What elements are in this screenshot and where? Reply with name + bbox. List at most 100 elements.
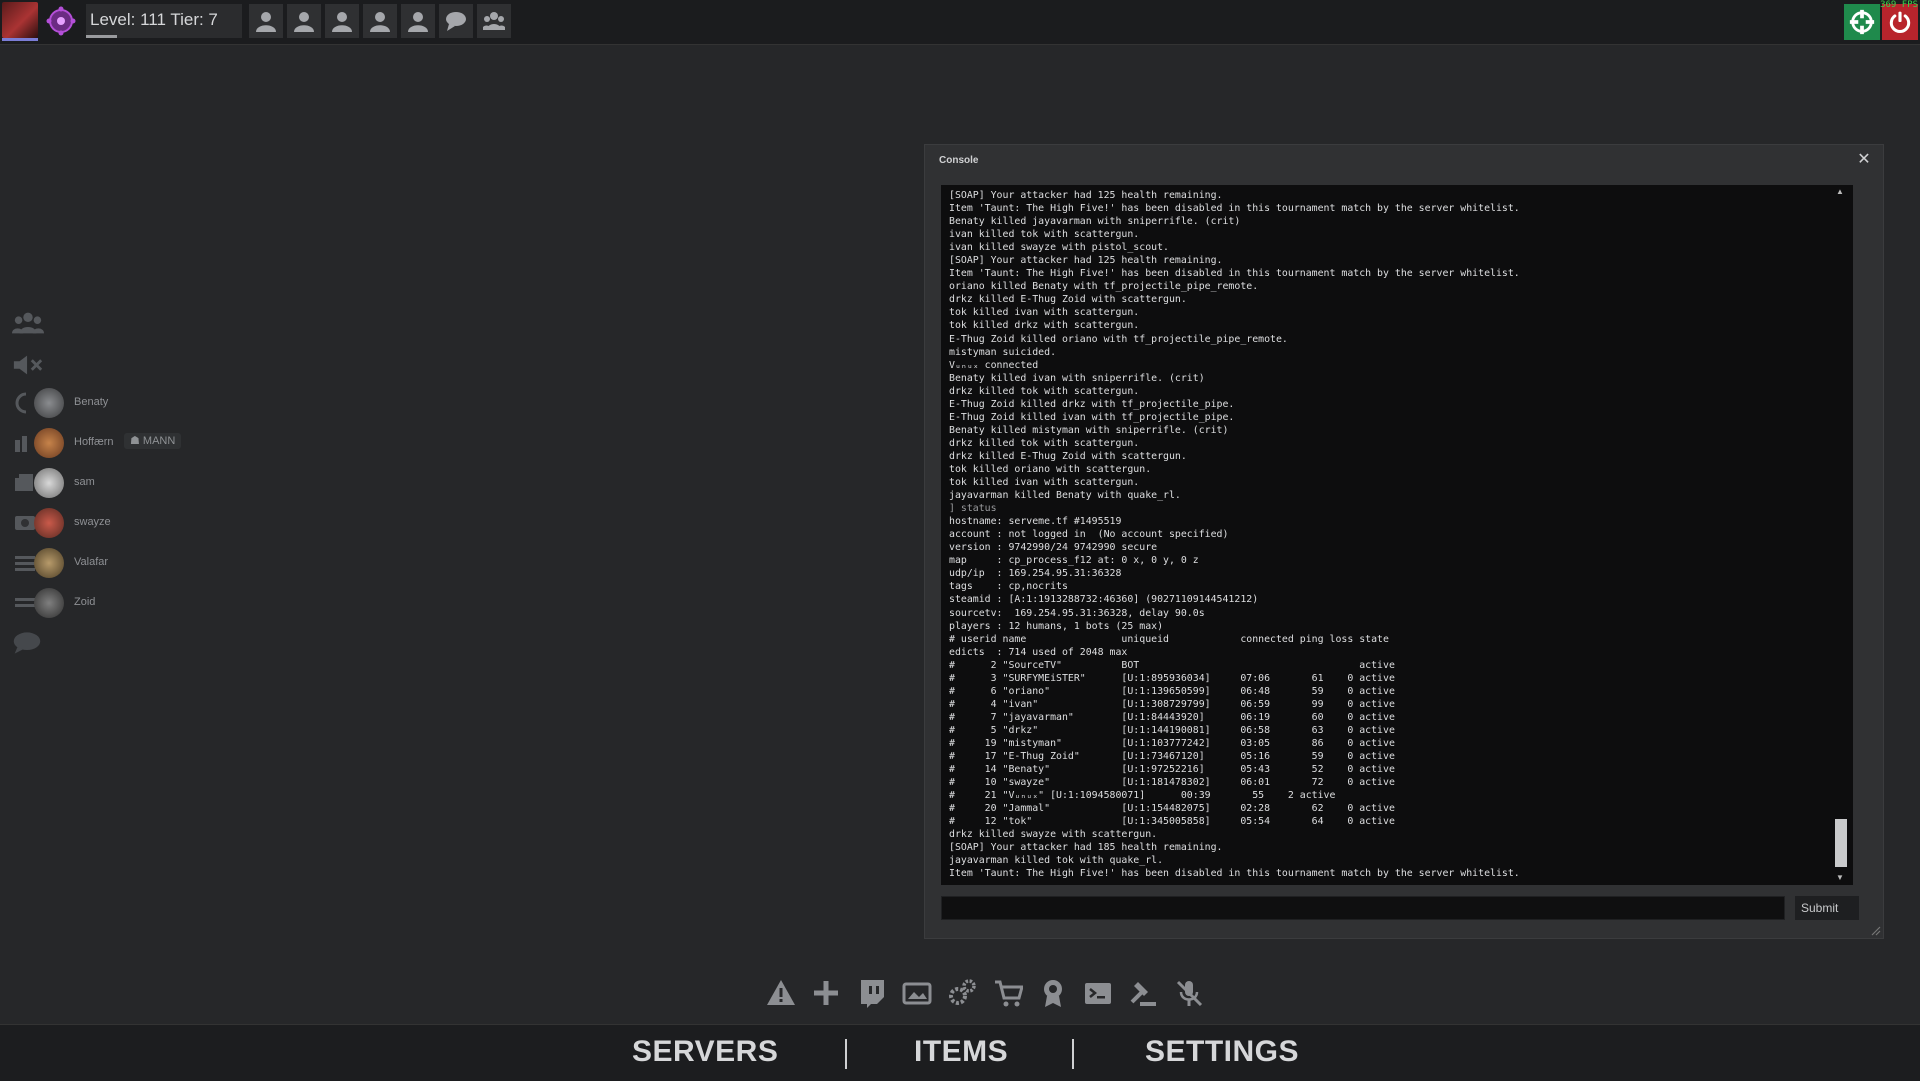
group-icon bbox=[483, 12, 505, 30]
console-title: Console bbox=[939, 155, 979, 166]
console-line: # 21 "Vᵤₙᵤₓ" [U:1:1094580071] 00:39 55 2… bbox=[949, 790, 1336, 802]
console-line: udp/ip : 169.254.95.31:36328 bbox=[949, 568, 1122, 580]
scroll-up-icon[interactable]: ▲ bbox=[1833, 187, 1847, 197]
mute-icon bbox=[13, 355, 43, 375]
console-line: # 3 "SURFYMEiSTER" [U:1:895936034] 07:06… bbox=[949, 672, 1395, 684]
friend-slot[interactable] bbox=[363, 4, 397, 38]
sidebar-player-row[interactable]: Zoid bbox=[12, 586, 252, 620]
console-line: drkz killed E-Thug Zoid with scattergun. bbox=[949, 450, 1187, 462]
player-avatar[interactable] bbox=[34, 548, 64, 578]
console-line: [SOAP] Your attacker had 125 health rema… bbox=[949, 190, 1223, 201]
friend-slot[interactable] bbox=[249, 4, 283, 38]
bottom-nav: SERVERS ITEMS SETTINGS bbox=[0, 1024, 1920, 1081]
nav-servers[interactable]: SERVERS bbox=[632, 1035, 778, 1069]
console-line: jayavarman killed tok with quake_rl. bbox=[949, 855, 1164, 867]
scroll-thumb[interactable] bbox=[1835, 819, 1847, 867]
report-button[interactable] bbox=[1126, 976, 1160, 1010]
group-icon bbox=[12, 312, 44, 334]
chat-icon bbox=[13, 632, 41, 654]
sidebar-player-row[interactable]: Benaty bbox=[12, 386, 252, 420]
console-line: tok killed ivan with scattergun. bbox=[949, 307, 1140, 319]
console-line: oriano killed Benaty with tf_projectile_… bbox=[949, 281, 1259, 293]
nav-divider bbox=[845, 1039, 847, 1069]
party-icon[interactable] bbox=[44, 4, 78, 38]
friend-slot[interactable] bbox=[477, 4, 511, 38]
console-button[interactable] bbox=[1081, 976, 1115, 1010]
friend-slot[interactable] bbox=[287, 4, 321, 38]
console-line: Vᵤₙᵤₓ connected bbox=[949, 359, 1039, 371]
warning-button[interactable] bbox=[764, 976, 798, 1010]
console-line: edicts : 714 used of 2048 max bbox=[949, 646, 1128, 658]
sidebar-mute-button[interactable] bbox=[12, 350, 46, 380]
player-avatar[interactable] bbox=[34, 508, 64, 538]
player-avatar[interactable] bbox=[34, 388, 64, 418]
add-button[interactable] bbox=[809, 976, 843, 1010]
close-icon[interactable]: ✕ bbox=[1855, 151, 1873, 169]
console-line: mistyman suicided. bbox=[949, 346, 1057, 358]
console-line: # 19 "mistyman" [U:1:103777242] 03:05 86… bbox=[949, 737, 1395, 749]
achievement-button[interactable] bbox=[1036, 976, 1070, 1010]
scroll-down-icon[interactable]: ▼ bbox=[1833, 873, 1847, 883]
console-line: # 2 "SourceTV" BOT active bbox=[949, 659, 1395, 671]
console-line: # 10 "swayze" [U:1:181478302] 06:01 72 0… bbox=[949, 777, 1395, 789]
nav-items[interactable]: ITEMS bbox=[914, 1035, 1008, 1069]
cart-icon bbox=[994, 980, 1023, 1007]
console-line: ivan killed swayze with pistol_scout. bbox=[949, 242, 1169, 254]
level-label: Level: 111 Tier: 7 bbox=[90, 10, 218, 29]
console-line: tags : cp,nocrits bbox=[949, 581, 1068, 593]
power-icon bbox=[1889, 11, 1911, 34]
person-icon bbox=[256, 12, 276, 32]
player-avatar[interactable] bbox=[34, 428, 64, 458]
level-display[interactable]: Level: 111 Tier: 7 bbox=[86, 4, 242, 38]
sidebar-chat-button[interactable] bbox=[12, 628, 46, 658]
user-avatar[interactable] bbox=[2, 2, 38, 38]
nav-settings[interactable]: SETTINGS bbox=[1145, 1035, 1299, 1069]
console-scrollbar[interactable]: ▲ ▼ bbox=[1833, 187, 1847, 883]
console-line: sourcetv: 169.254.95.31:36328, delay 90.… bbox=[949, 607, 1205, 619]
console-line: players : 12 humans, 1 bots (25 max) bbox=[949, 620, 1164, 632]
play-button[interactable] bbox=[1844, 4, 1880, 40]
console-output[interactable]: [SOAP] Your attacker had 125 health rema… bbox=[941, 185, 1853, 885]
console-line: drkz killed tok with scattergun. bbox=[949, 385, 1140, 397]
console-line: [SOAP] Your attacker had 185 health rema… bbox=[949, 842, 1223, 854]
person-icon bbox=[408, 12, 428, 32]
console-line: E-Thug Zoid killed ivan with tf_projecti… bbox=[949, 411, 1235, 423]
sidebar-player-row[interactable]: Valafar bbox=[12, 546, 252, 580]
top-bar: Level: 111 Tier: 7 369 FPS bbox=[0, 0, 1920, 45]
mic-off-button[interactable] bbox=[1172, 976, 1206, 1010]
console-line: E-Thug Zoid killed drkz with tf_projecti… bbox=[949, 398, 1235, 410]
sidebar-group-button[interactable] bbox=[12, 308, 46, 338]
warning-icon bbox=[767, 980, 795, 1005]
console-window[interactable]: Console ✕ [SOAP] Your attacker had 125 h… bbox=[924, 144, 1884, 939]
resize-grip-icon[interactable] bbox=[1871, 926, 1881, 936]
settings-button[interactable] bbox=[945, 976, 979, 1010]
friend-slot[interactable] bbox=[325, 4, 359, 38]
add-icon bbox=[814, 981, 839, 1005]
console-line: # 7 "jayavarman" [U:1:84443920] 06:19 60… bbox=[949, 711, 1395, 723]
console-line: # 5 "drkz" [U:1:144190081] 06:58 63 0 ac… bbox=[949, 724, 1395, 736]
twitch-button[interactable] bbox=[855, 976, 889, 1010]
console-command-input[interactable] bbox=[941, 896, 1785, 920]
player-avatar[interactable] bbox=[34, 588, 64, 618]
console-line: map : cp_process_f12 at: 0 x, 0 y, 0 z bbox=[949, 555, 1199, 567]
player-name: Zoid bbox=[74, 596, 96, 608]
console-line: drkz killed swayze with scattergun. bbox=[949, 829, 1158, 841]
sidebar-player-row[interactable]: swayze bbox=[12, 506, 252, 540]
console-line: Item 'Taunt: The High Five!' has been di… bbox=[949, 203, 1520, 215]
console-icon bbox=[1085, 983, 1112, 1004]
console-line: # 6 "oriano" [U:1:139650599] 06:48 59 0 … bbox=[949, 685, 1395, 697]
sidebar-player-row[interactable]: sam bbox=[12, 466, 252, 500]
console-line: hostname: serveme.tf #1495519 bbox=[949, 516, 1122, 528]
console-line: steamid : [A:1:1913288732:46360] (902711… bbox=[949, 594, 1259, 606]
player-avatar[interactable] bbox=[34, 468, 64, 498]
cart-button[interactable] bbox=[991, 976, 1025, 1010]
console-line: drkz killed tok with scattergun. bbox=[949, 437, 1140, 449]
friend-slot[interactable] bbox=[401, 4, 435, 38]
person-icon bbox=[332, 12, 352, 32]
friend-slot[interactable] bbox=[439, 4, 473, 38]
console-log: [SOAP] Your attacker had 125 health rema… bbox=[949, 189, 1829, 880]
chat-icon bbox=[446, 12, 466, 31]
screenshot-button[interactable] bbox=[900, 976, 934, 1010]
submit-button[interactable]: Submit bbox=[1795, 896, 1859, 920]
sidebar-player-row[interactable]: Hoffærn ☗ MANN bbox=[12, 426, 252, 460]
